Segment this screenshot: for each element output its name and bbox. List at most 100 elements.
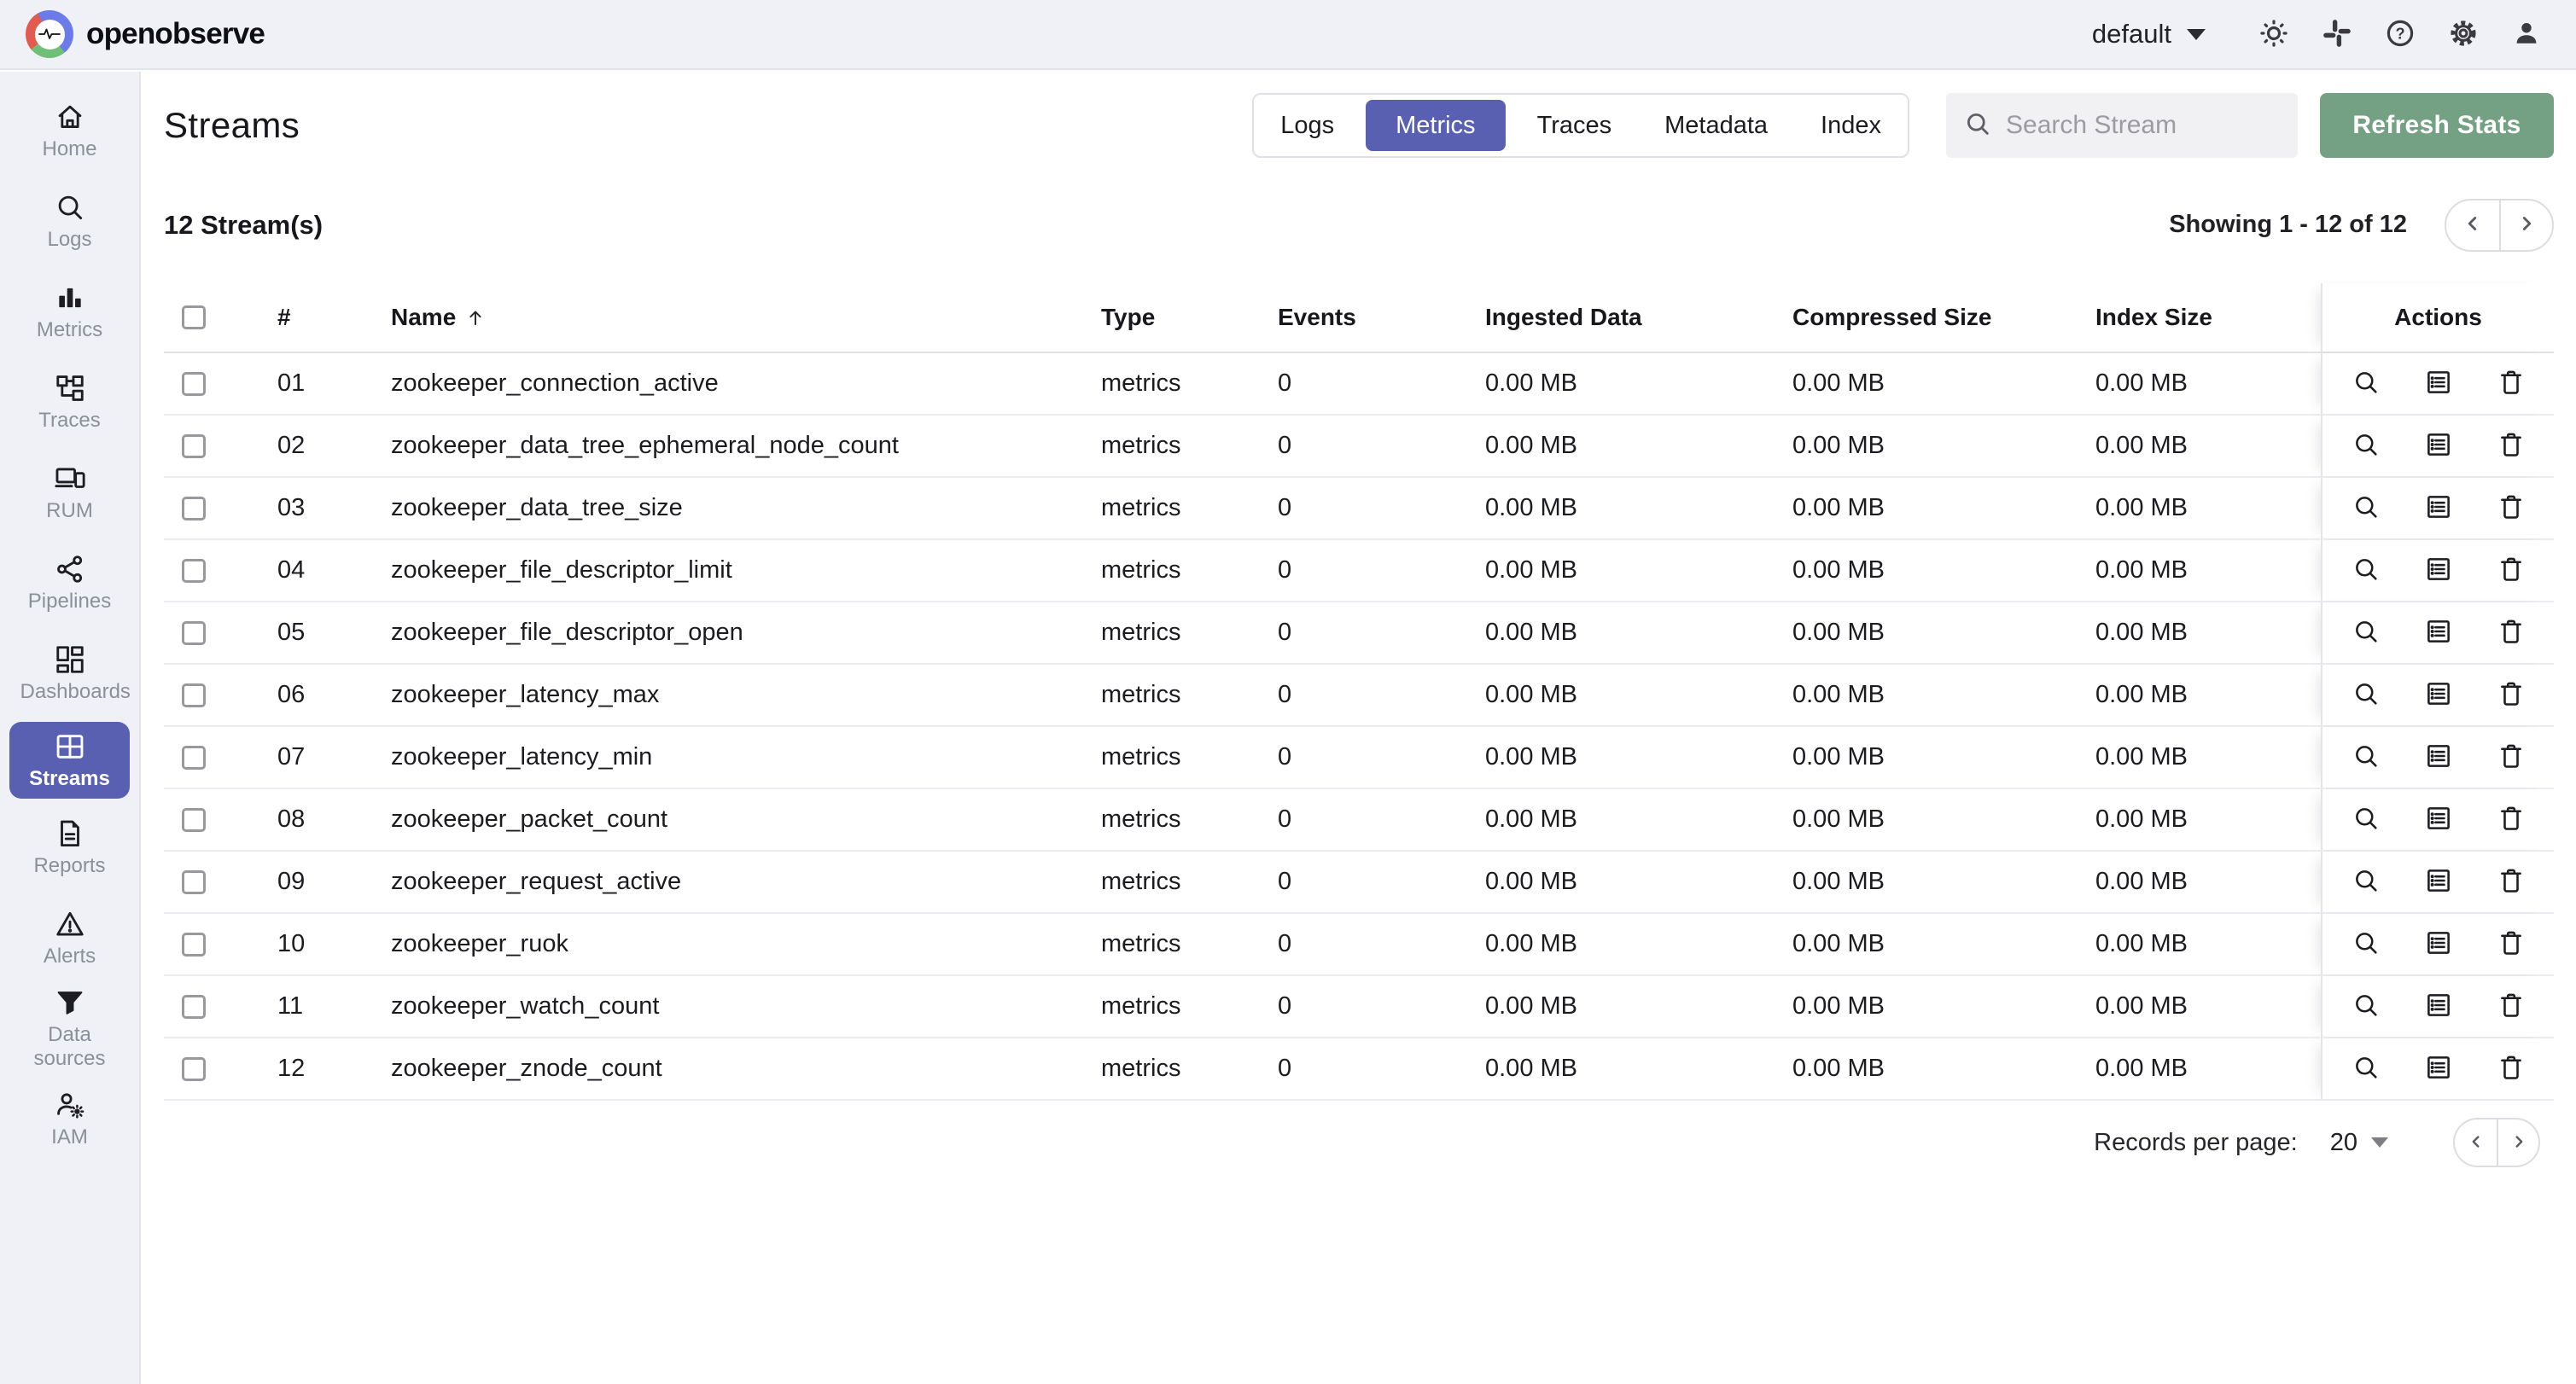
stream-details-button[interactable] [2420, 552, 2457, 590]
home-icon [54, 101, 86, 133]
tab-traces[interactable]: Traces [1511, 95, 1639, 156]
delete-stream-button[interactable] [2492, 365, 2530, 403]
table-row: 08 zookeeper_packet_count metrics 0 0.00 MB 0… [164, 789, 2554, 852]
sidebar-item-home[interactable]: Home [0, 85, 139, 176]
search-stream-input[interactable] [2004, 110, 2281, 141]
explore-stream-button[interactable] [2347, 614, 2385, 652]
delete-stream-button[interactable] [2492, 926, 2530, 963]
stream-details-button[interactable] [2420, 864, 2457, 901]
search-stream-box[interactable] [1946, 93, 2298, 158]
explore-stream-button[interactable] [2347, 365, 2385, 403]
delete-stream-button[interactable] [2492, 801, 2530, 839]
column-header-compressed-size[interactable]: Compressed Size [1792, 304, 2095, 331]
explore-stream-button[interactable] [2347, 739, 2385, 776]
tab-metrics[interactable]: Metrics [1366, 100, 1506, 151]
stream-name: zookeeper_packet_count [391, 805, 668, 833]
delete-stream-button[interactable] [2492, 864, 2530, 901]
column-header-name[interactable]: Name [391, 304, 1101, 331]
theme-toggle-button[interactable] [2255, 15, 2293, 53]
row-checkbox[interactable] [182, 558, 206, 583]
sidebar-item-alerts[interactable]: Alerts [0, 893, 139, 983]
sidebar-item-metrics[interactable]: Metrics [0, 266, 139, 357]
stream-compressed-size: 0.00 MB [1792, 868, 1885, 895]
prev-page-button[interactable] [2446, 201, 2499, 250]
delete-stream-button[interactable] [2492, 988, 2530, 1026]
sidebar-item-rum[interactable]: RUM [0, 447, 139, 538]
row-checkbox[interactable] [182, 433, 206, 458]
explore-stream-button[interactable] [2347, 552, 2385, 590]
next-page-button[interactable] [2499, 200, 2552, 250]
explore-stream-button[interactable] [2347, 988, 2385, 1026]
records-per-page-label: Records per page: [2094, 1128, 2298, 1156]
stream-details-button[interactable] [2420, 365, 2457, 403]
slack-button[interactable] [2318, 15, 2356, 53]
stream-details-button[interactable] [2420, 677, 2457, 714]
tab-logs[interactable]: Logs [1254, 95, 1361, 156]
delete-stream-button[interactable] [2492, 614, 2530, 652]
delete-stream-button[interactable] [2492, 427, 2530, 465]
sidebar-item-iam[interactable]: IAM [0, 1073, 139, 1164]
row-checkbox[interactable] [182, 620, 206, 645]
stream-type: metrics [1101, 556, 1181, 584]
profile-button[interactable] [2508, 15, 2545, 53]
explore-stream-button[interactable] [2347, 677, 2385, 714]
select-all-checkbox[interactable] [182, 305, 206, 329]
row-checkbox[interactable] [182, 1056, 206, 1081]
settings-button[interactable] [2445, 15, 2482, 53]
explore-stream-button[interactable] [2347, 1050, 2385, 1088]
explore-stream-button[interactable] [2347, 427, 2385, 465]
sidebar-item-traces[interactable]: Traces [0, 357, 139, 447]
column-header-ingested-data[interactable]: Ingested Data [1485, 304, 1792, 331]
sidebar-item-reports[interactable]: Reports [0, 802, 139, 893]
tab-metadata[interactable]: Metadata [1638, 95, 1794, 156]
sidebar-item-logs[interactable]: Logs [0, 176, 139, 266]
stream-details-button[interactable] [2420, 926, 2457, 963]
stream-name: zookeeper_latency_min [391, 743, 653, 771]
stream-details-button[interactable] [2420, 739, 2457, 776]
delete-stream-button[interactable] [2492, 1050, 2530, 1088]
sidebar-item-pipelines[interactable]: Pipelines [0, 538, 139, 628]
row-checkbox[interactable] [182, 932, 206, 957]
stream-details-button[interactable] [2420, 988, 2457, 1026]
records-per-page-select[interactable]: 20 [2330, 1129, 2388, 1157]
sidebar-item-streams[interactable]: Streams [9, 722, 130, 799]
delete-stream-button[interactable] [2492, 677, 2530, 714]
trash-icon [2497, 991, 2526, 1022]
row-checkbox[interactable] [182, 745, 206, 770]
row-checkbox[interactable] [182, 807, 206, 832]
explore-stream-button[interactable] [2347, 801, 2385, 839]
explore-stream-button[interactable] [2347, 926, 2385, 963]
row-checkbox[interactable] [182, 371, 206, 396]
sidebar-item-dashboards[interactable]: Dashboards [0, 628, 139, 718]
delete-stream-button[interactable] [2492, 739, 2530, 776]
stream-details-button[interactable] [2420, 614, 2457, 652]
sidebar: Home Logs Metrics Traces RUM Pipelines Dashboa… [0, 72, 141, 1384]
row-checkbox[interactable] [182, 869, 206, 894]
column-header-index-size[interactable]: Index Size [2095, 304, 2321, 331]
stream-details-button[interactable] [2420, 1050, 2457, 1088]
org-selector[interactable]: default [2092, 19, 2206, 49]
stream-details-button[interactable] [2420, 490, 2457, 527]
row-checkbox[interactable] [182, 994, 206, 1019]
prev-page-button[interactable] [2455, 1119, 2497, 1166]
sidebar-item-data-sources[interactable]: Data sources [0, 983, 139, 1073]
help-button[interactable]: ? [2381, 15, 2419, 53]
row-checkbox[interactable] [182, 683, 206, 707]
delete-stream-button[interactable] [2492, 490, 2530, 527]
delete-stream-button[interactable] [2492, 552, 2530, 590]
row-number: 10 [277, 930, 306, 957]
row-checkbox[interactable] [182, 496, 206, 520]
refresh-stats-button[interactable]: Refresh Stats [2320, 93, 2554, 158]
next-page-button[interactable] [2497, 1119, 2538, 1166]
explore-stream-button[interactable] [2347, 864, 2385, 901]
column-header--[interactable]: # [277, 304, 391, 331]
tab-index[interactable]: Index [1794, 95, 1908, 156]
column-header-type[interactable]: Type [1101, 304, 1278, 331]
stream-details-button[interactable] [2420, 427, 2457, 465]
explore-stream-button[interactable] [2347, 490, 2385, 527]
column-header-events[interactable]: Events [1278, 304, 1485, 331]
list-details-icon [2424, 492, 2453, 524]
brand[interactable]: openobserve [26, 10, 265, 58]
stream-details-button[interactable] [2420, 801, 2457, 839]
stream-compressed-size: 0.00 MB [1792, 556, 1885, 584]
